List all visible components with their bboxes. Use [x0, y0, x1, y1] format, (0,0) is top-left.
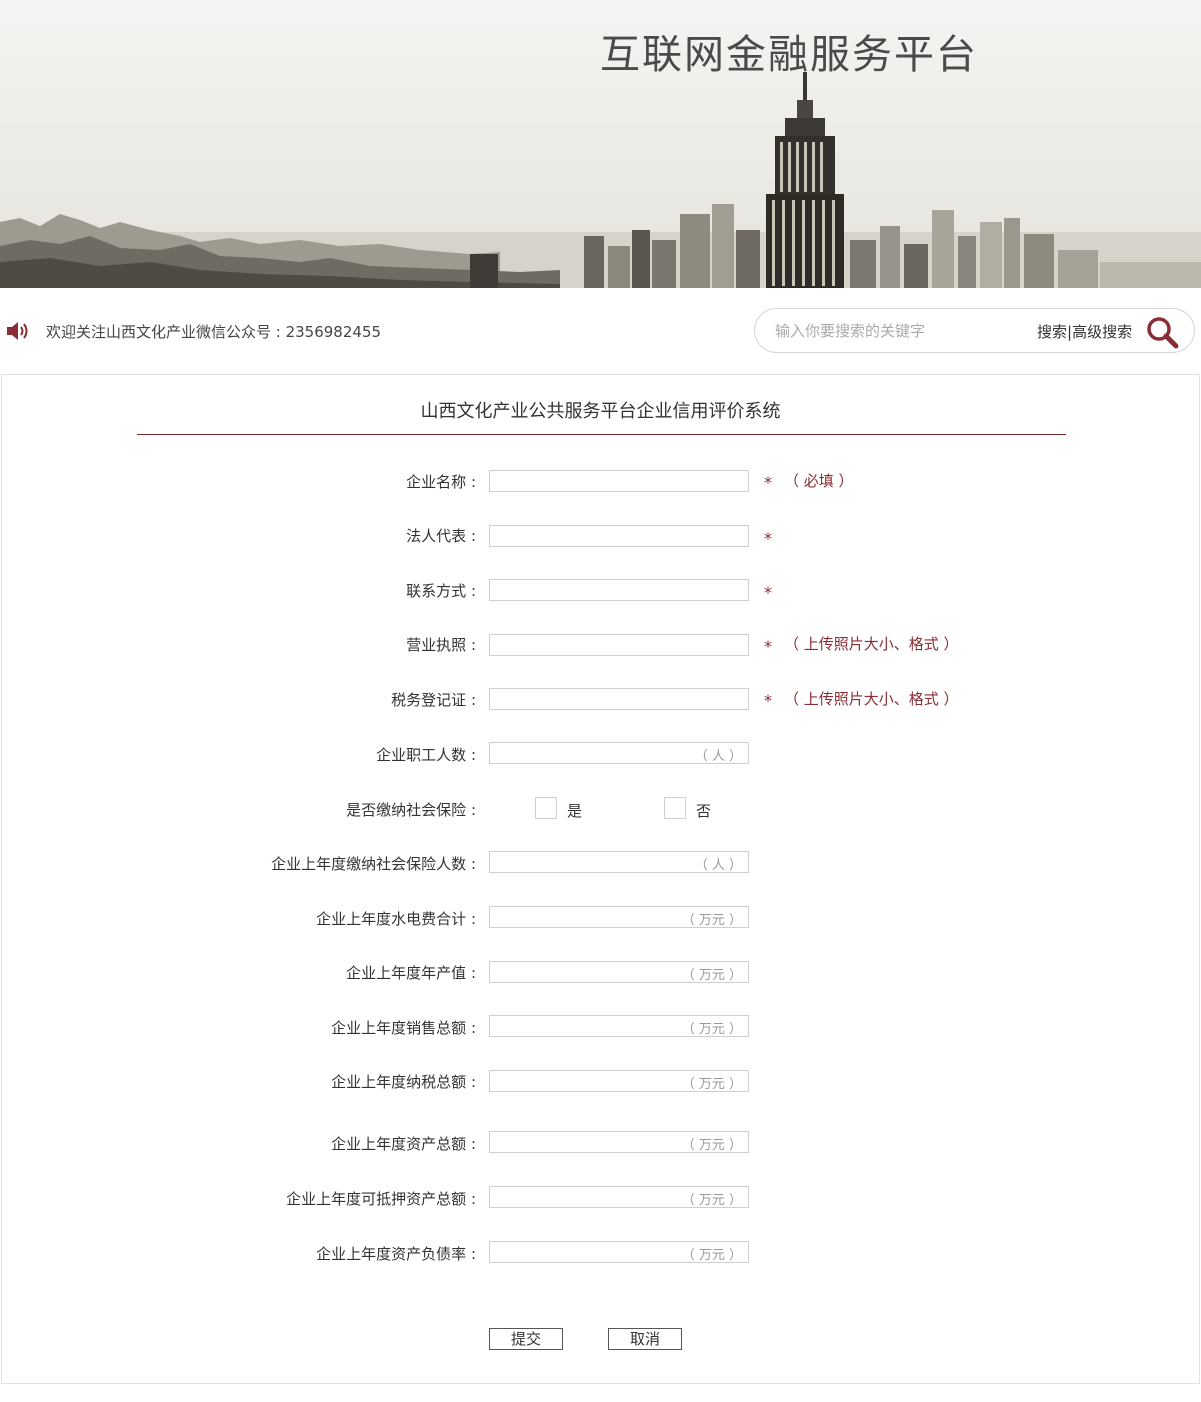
- search-links: 搜索|高级搜索: [1037, 321, 1132, 342]
- unit-label: （ 人 ）: [694, 858, 742, 873]
- social-insurance-label: 是否缴纳社会保险 :: [346, 801, 476, 819]
- contact-field[interactable]: [489, 579, 749, 601]
- assets-field[interactable]: （ 万元 ）: [489, 1131, 749, 1153]
- insurance-no-label: 否: [696, 802, 712, 820]
- notice-text: 欢迎关注山西文化产业微信公众号 : 2356982455: [46, 323, 382, 341]
- unit-label: （ 万元 ）: [681, 968, 742, 983]
- unit-label: （ 万元 ）: [681, 1077, 742, 1092]
- search-link[interactable]: 搜索: [1037, 323, 1067, 341]
- tax-total-label: 企业上年度纳税总额 :: [331, 1073, 476, 1091]
- utilities-field[interactable]: （ 万元 ）: [489, 906, 749, 928]
- company-name-hint: （ 必填 ）: [784, 472, 854, 490]
- debt-ratio-field[interactable]: （ 万元 ）: [489, 1241, 749, 1263]
- company-name-input[interactable]: [490, 471, 748, 492]
- tax-cert-label: 税务登记证 :: [391, 691, 476, 709]
- advanced-search-link[interactable]: 高级搜索: [1072, 323, 1132, 341]
- assets-label: 企业上年度资产总额 :: [331, 1135, 476, 1153]
- insurance-yes-checkbox[interactable]: [535, 797, 557, 819]
- required-mark: *: [764, 691, 772, 710]
- required-mark: *: [764, 473, 772, 492]
- insurance-yes-label: 是: [567, 802, 583, 820]
- legal-rep-field[interactable]: [489, 525, 749, 547]
- tax-cert-hint: （ 上传照片大小、格式 ）: [784, 690, 959, 708]
- mortgage-assets-label: 企业上年度可抵押资产总额 :: [286, 1190, 476, 1208]
- business-license-field[interactable]: [489, 634, 749, 656]
- insured-count-field[interactable]: （ 人 ）: [489, 851, 749, 873]
- contact-input[interactable]: [490, 580, 748, 601]
- search-icon[interactable]: [1145, 315, 1179, 349]
- unit-label: （ 万元 ）: [681, 1248, 742, 1263]
- business-license-label: 营业执照 :: [406, 636, 476, 654]
- utilities-label: 企业上年度水电费合计 :: [316, 910, 476, 928]
- unit-label: （ 万元 ）: [681, 913, 742, 928]
- insurance-no-checkbox[interactable]: [664, 797, 686, 819]
- cancel-button[interactable]: 取消: [608, 1328, 682, 1350]
- tax-total-field[interactable]: （ 万元 ）: [489, 1070, 749, 1092]
- legal-rep-label: 法人代表 :: [406, 527, 476, 545]
- title-divider: [137, 434, 1066, 435]
- header-banner: 互联网金融服务平台: [0, 0, 1201, 288]
- unit-label: （ 万元 ）: [681, 1022, 742, 1037]
- form-title: 山西文化产业公共服务平台企业信用评价系统: [420, 401, 781, 422]
- contact-label: 联系方式 :: [406, 582, 476, 600]
- search-box: 搜索|高级搜索: [754, 308, 1195, 353]
- company-name-field[interactable]: [489, 470, 749, 492]
- form-panel: 山西文化产业公共服务平台企业信用评价系统 企业名称 : * （ 必填 ） 法人代…: [1, 374, 1200, 1384]
- search-input[interactable]: [775, 321, 1015, 341]
- business-license-input[interactable]: [490, 635, 748, 656]
- legal-rep-input[interactable]: [490, 526, 748, 547]
- sales-field[interactable]: （ 万元 ）: [489, 1015, 749, 1037]
- unit-label: （ 人 ）: [694, 749, 742, 764]
- mortgage-assets-field[interactable]: （ 万元 ）: [489, 1186, 749, 1208]
- notice-bar: 欢迎关注山西文化产业微信公众号 : 2356982455 搜索|高级搜索: [0, 288, 1201, 374]
- insured-count-label: 企业上年度缴纳社会保险人数 :: [271, 855, 476, 873]
- banner-title: 互联网金融服务平台: [600, 32, 978, 78]
- unit-label: （ 万元 ）: [681, 1193, 742, 1208]
- unit-label: （ 万元 ）: [681, 1138, 742, 1153]
- output-value-field[interactable]: （ 万元 ）: [489, 961, 749, 983]
- required-mark: *: [764, 529, 772, 548]
- output-value-label: 企业上年度年产值 :: [346, 964, 476, 982]
- employees-field[interactable]: （ 人 ）: [489, 742, 749, 764]
- tax-cert-field[interactable]: [489, 688, 749, 710]
- required-mark: *: [764, 637, 772, 656]
- speaker-icon: [7, 322, 28, 340]
- tax-cert-input[interactable]: [490, 689, 748, 710]
- debt-ratio-label: 企业上年度资产负债率 :: [316, 1245, 476, 1263]
- required-mark: *: [764, 583, 772, 602]
- business-license-hint: （ 上传照片大小、格式 ）: [784, 635, 959, 653]
- sales-label: 企业上年度销售总额 :: [331, 1019, 476, 1037]
- submit-button[interactable]: 提交: [489, 1328, 563, 1350]
- employees-label: 企业职工人数 :: [376, 746, 476, 764]
- company-name-label: 企业名称 :: [406, 473, 476, 491]
